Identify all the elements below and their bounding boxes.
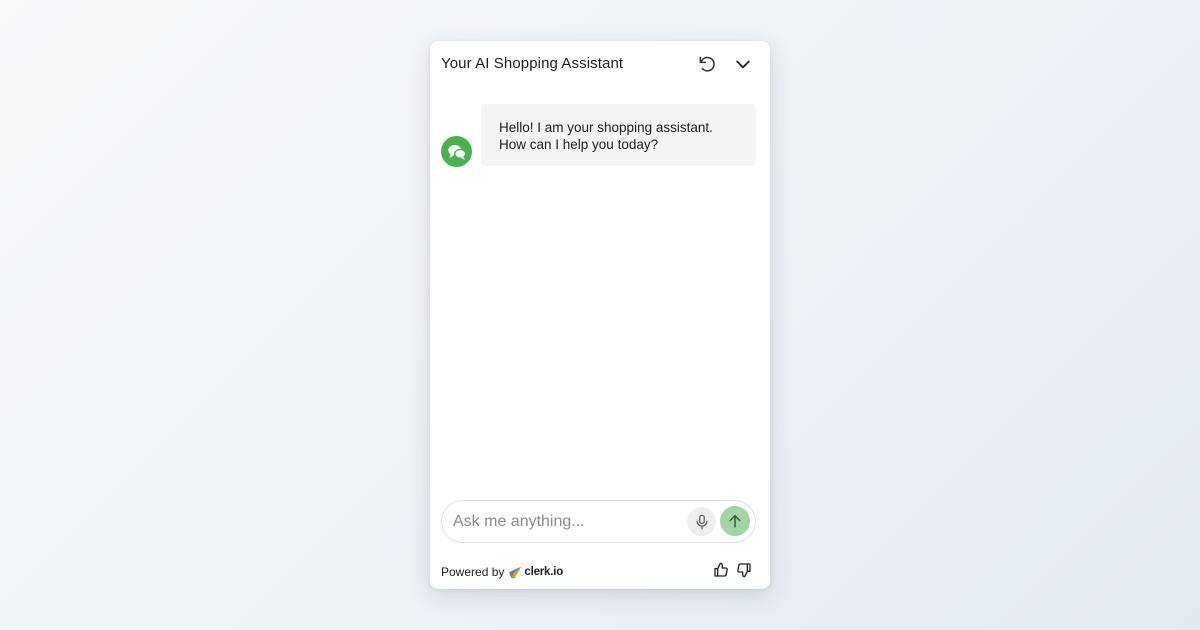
chat-input-bar: [441, 500, 756, 543]
bot-message-line-1: Hello! I am your shopping assistant.: [499, 120, 713, 135]
chat-bubbles-icon: [447, 144, 466, 160]
send-button[interactable]: [720, 506, 750, 536]
bot-message-bubble: Hello! I am your shopping assistant. How…: [481, 104, 756, 166]
bot-avatar: [441, 136, 472, 167]
chat-title: Your AI Shopping Assistant: [441, 55, 624, 72]
chat-widget: Your AI Shopping Assistant Hello! I am y…: [430, 41, 770, 589]
reset-icon: [699, 56, 715, 72]
bot-message-line-2: How can I help you today?: [499, 137, 659, 152]
thumbs-up-icon: [714, 562, 728, 577]
chat-footer: Powered by clerk.io: [441, 561, 756, 581]
thumbs-down-button[interactable]: [735, 561, 753, 579]
clerk-logo-icon: [508, 566, 522, 579]
microphone-button[interactable]: [687, 507, 716, 536]
reset-button[interactable]: [696, 53, 718, 75]
powered-by-label: Powered by: [441, 565, 505, 579]
collapse-button[interactable]: [732, 53, 754, 75]
powered-by-link[interactable]: Powered by clerk.io: [441, 565, 563, 579]
chat-input[interactable]: [453, 511, 679, 533]
microphone-icon: [696, 514, 707, 529]
arrow-up-icon: [729, 515, 741, 528]
chat-header: Your AI Shopping Assistant: [430, 41, 770, 87]
chevron-down-icon: [736, 60, 750, 69]
brand-name: clerk.io: [524, 566, 564, 578]
thumbs-down-icon: [737, 563, 751, 578]
thumbs-up-button[interactable]: [712, 561, 730, 579]
